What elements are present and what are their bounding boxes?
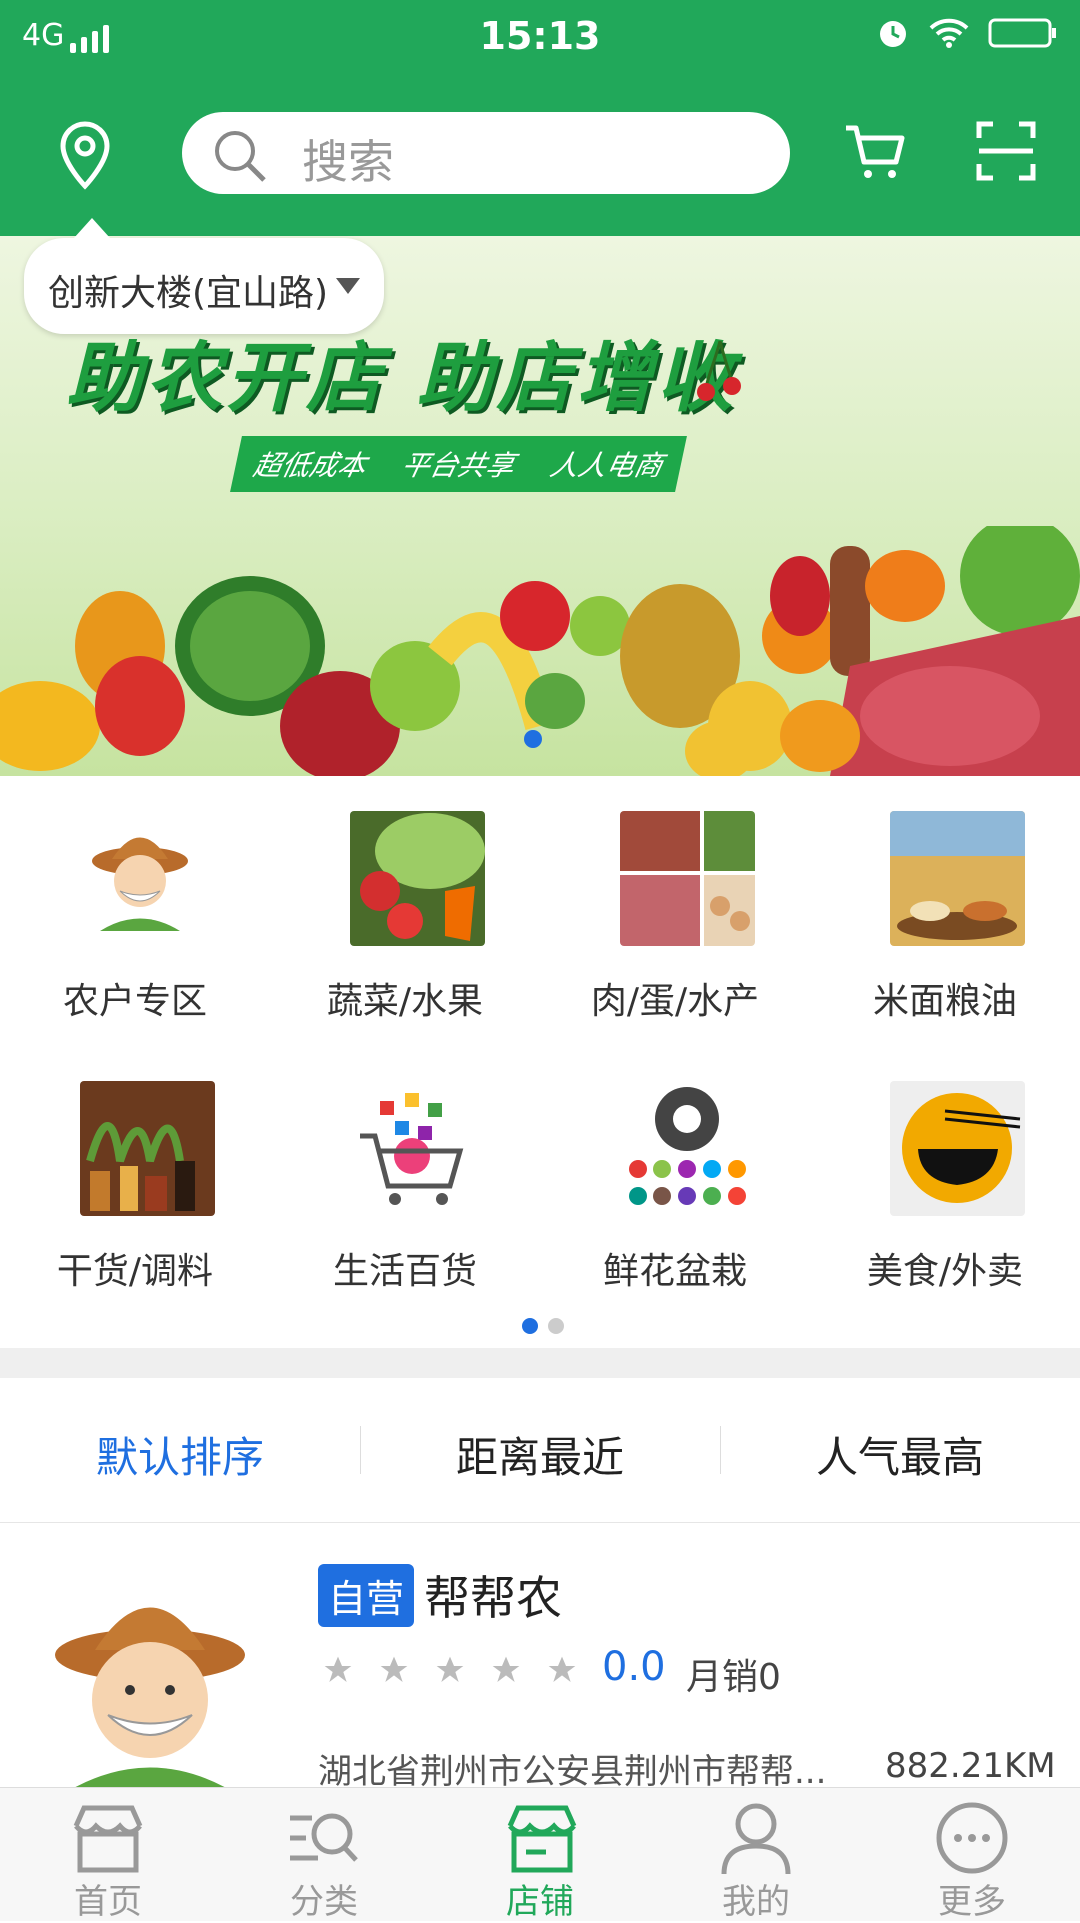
category-pager <box>522 1318 564 1334</box>
category-label: 美食/外卖 <box>866 1251 1024 1292</box>
category-label: 蔬菜/水果 <box>326 981 484 1022</box>
category-label: 鲜花盆栽 <box>602 1251 747 1292</box>
category-label: 肉/蛋/水产 <box>590 981 760 1022</box>
banner-tag: 超低成本 <box>250 449 370 482</box>
category-grain[interactable]: 米面粮油 <box>810 776 1080 1026</box>
category-label: 生活百货 <box>332 1251 477 1292</box>
search-input[interactable]: 搜索 <box>182 112 790 194</box>
category-daily-goods[interactable]: 生活百货 <box>270 1046 540 1296</box>
sort-popular[interactable]: 人气最高 <box>816 1424 984 1485</box>
cart-icon[interactable] <box>842 118 908 184</box>
farmer-icon <box>80 811 215 946</box>
star-icon <box>324 1656 352 1682</box>
category-grid: 农户专区 蔬菜/水果 肉/蛋/水产 米面粮油 干货/调料 生活百货 鲜花盆栽 美… <box>0 776 1080 1346</box>
tab-label: 更多 <box>938 1882 1006 1922</box>
rating-value: 0.0 <box>602 1644 666 1690</box>
battery-icon <box>988 18 1056 48</box>
tab-label: 分类 <box>290 1882 358 1922</box>
search-icon <box>215 131 266 182</box>
category-flowers[interactable]: 鲜花盆栽 <box>540 1046 810 1296</box>
star-icon <box>492 1656 520 1682</box>
banner-indicator[interactable] <box>524 730 542 748</box>
banner-tag: 平台共享 <box>398 449 518 482</box>
category-food-delivery[interactable]: 美食/外卖 <box>810 1046 1080 1296</box>
category-meat[interactable]: 肉/蛋/水产 <box>540 776 810 1026</box>
shop-list-item[interactable]: 自营 帮帮农 0.0 月销0 湖北省荆州市公安县荆州市帮帮... 882.21K… <box>0 1522 1080 1787</box>
user-icon <box>721 1803 791 1875</box>
star-rating <box>322 1654 578 1686</box>
category-label: 农户专区 <box>62 981 207 1022</box>
grain-icon <box>890 811 1025 946</box>
shopping-cart-icon <box>350 1081 485 1216</box>
tab-more[interactable]: 更多 <box>864 1788 1080 1922</box>
category-search-icon <box>290 1813 358 1862</box>
shop-name: 帮帮农 <box>424 1571 562 1625</box>
alarm-icon <box>880 21 906 47</box>
spices-icon <box>80 1081 215 1216</box>
tab-home[interactable]: 首页 <box>0 1788 216 1922</box>
location-name: 创新大楼(宜山路) <box>48 273 329 314</box>
tab-shops[interactable]: 店铺 <box>432 1788 648 1922</box>
banner-tag: 人人电商 <box>546 449 667 482</box>
more-icon <box>936 1802 1008 1874</box>
shop-logo <box>40 1550 290 1787</box>
top-header: 搜索 <box>0 70 1080 236</box>
category-label: 米面粮油 <box>872 981 1017 1022</box>
sort-default[interactable]: 默认排序 <box>96 1424 264 1485</box>
category-spices[interactable]: 干货/调料 <box>0 1046 270 1296</box>
sort-bar: 默认排序 距离最近 人气最高 <box>0 1378 1080 1523</box>
wifi-icon <box>929 18 969 48</box>
tab-label: 首页 <box>74 1882 142 1922</box>
sort-divider <box>720 1426 721 1474</box>
meat-icon <box>620 811 755 946</box>
location-selector[interactable]: 创新大楼(宜山路) <box>24 218 384 334</box>
shop-distance: 882.21KM <box>885 1746 1056 1786</box>
star-icon <box>380 1656 408 1682</box>
self-operated-badge: 自营 <box>318 1564 415 1627</box>
cherry-icon <box>697 340 741 401</box>
tab-profile[interactable]: 我的 <box>648 1788 864 1922</box>
page-dot-active[interactable] <box>522 1318 538 1334</box>
star-icon <box>436 1656 464 1682</box>
store-front-icon <box>73 1805 143 1873</box>
monthly-sales: 月销0 <box>686 1657 781 1698</box>
tab-label: 店铺 <box>506 1882 574 1922</box>
sort-nearest[interactable]: 距离最近 <box>456 1424 624 1485</box>
noodle-bowl-icon <box>890 1081 1025 1216</box>
tab-label: 我的 <box>722 1882 790 1922</box>
shop-icon <box>507 1805 577 1873</box>
scan-icon[interactable] <box>975 120 1037 182</box>
section-divider <box>0 1348 1080 1378</box>
status-bar: 4G 15:13 <box>0 0 1080 70</box>
star-icon <box>548 1656 576 1682</box>
banner-tagline: 超低成本 平台共享 人人电商 <box>230 436 687 492</box>
location-pin-icon[interactable] <box>55 120 115 190</box>
category-label: 干货/调料 <box>56 1251 214 1292</box>
bottom-tab-bar: 首页 分类 店铺 我的 更多 <box>0 1787 1080 1922</box>
sort-divider <box>360 1426 361 1474</box>
flower-icon <box>620 1081 755 1216</box>
search-placeholder: 搜索 <box>302 135 394 189</box>
page-dot[interactable] <box>548 1318 564 1334</box>
dropdown-arrow-icon <box>336 278 360 294</box>
shop-address: 湖北省荆州市公安县荆州市帮帮... <box>318 1752 827 1787</box>
category-vegetables[interactable]: 蔬菜/水果 <box>270 776 540 1026</box>
category-farmer[interactable]: 农户专区 <box>0 776 270 1026</box>
vegetables-icon <box>350 811 485 946</box>
tab-category[interactable]: 分类 <box>216 1788 432 1922</box>
